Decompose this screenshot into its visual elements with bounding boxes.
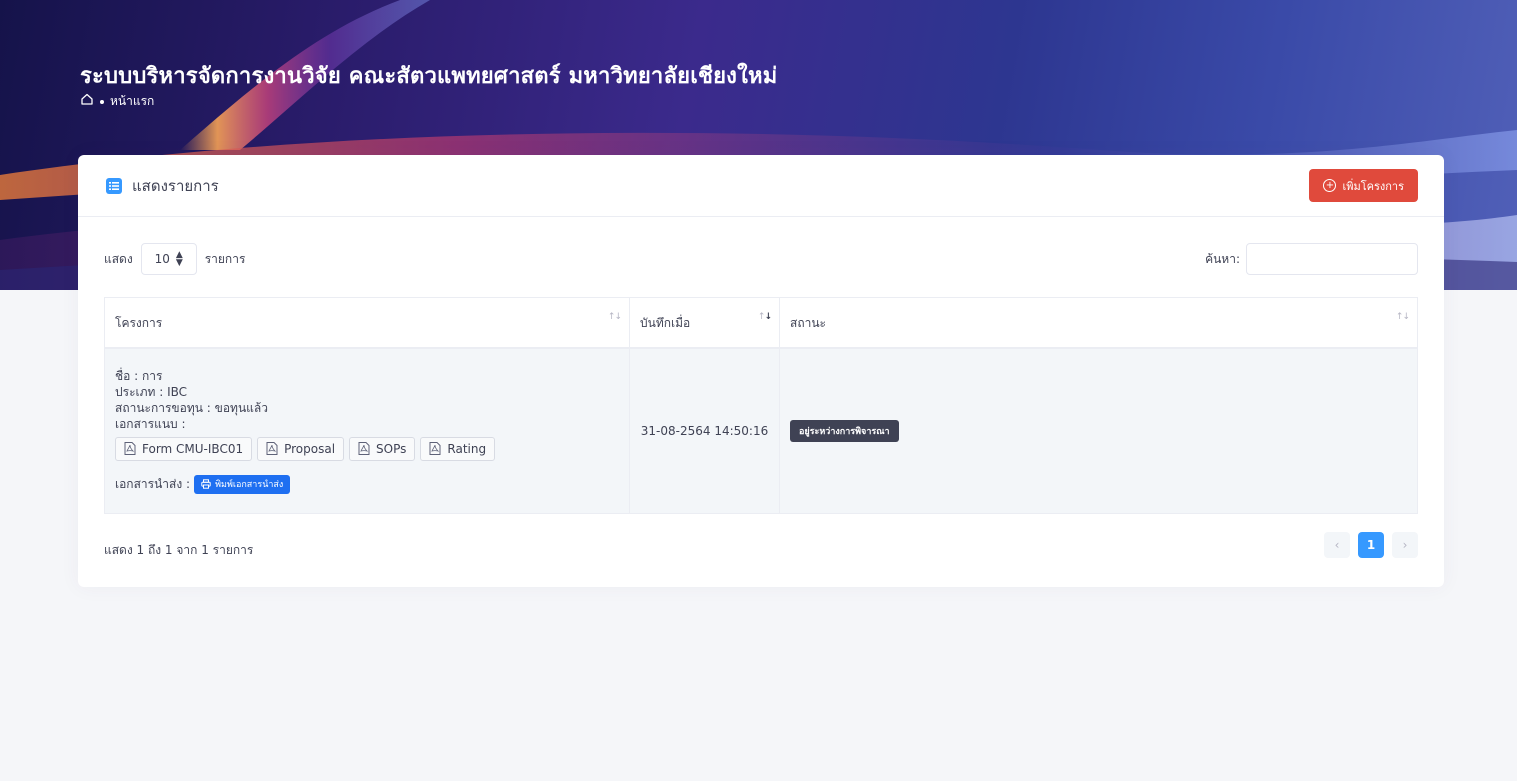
show-label: แสดง xyxy=(104,251,133,266)
entries-label: รายการ xyxy=(204,251,246,266)
page-length-value: 10 xyxy=(154,252,170,266)
add-project-button[interactable]: + เพิ่มโครงการ xyxy=(1309,169,1418,202)
project-name: ชื่อ : การ xyxy=(115,368,163,383)
pdf-file-icon xyxy=(266,442,278,456)
project-type: ประเภท : IBC xyxy=(115,384,188,399)
card-header: แสดงรายการ + เพิ่มโครงการ xyxy=(78,155,1444,217)
page-length-select[interactable]: 10 ▲ ▼ xyxy=(140,243,197,275)
attachments-label: เอกสารแนบ : xyxy=(115,416,186,431)
table-header-row: โครงการ ↑↓ บันทึกเมื่อ ↑↓ สถานะ ↑↓ xyxy=(104,297,1418,349)
page-title: ระบบบริหารจัดการงานวิจัย คณะสัตวแพทยศาสต… xyxy=(80,64,778,89)
page-length-control: แสดง 10 ▲ ▼ รายการ xyxy=(104,243,245,275)
table-info: แสดง 1 ถึง 1 จาก 1 รายการ xyxy=(104,543,254,557)
column-header-saved-at[interactable]: บันทึกเมื่อ ↑↓ xyxy=(629,297,780,349)
pdf-file-icon xyxy=(124,442,136,456)
project-table: โครงการ ↑↓ บันทึกเมื่อ ↑↓ สถานะ ↑↓ ชื่อ … xyxy=(104,297,1418,514)
send-document-row: เอกสารนำส่ง : พิมพ์เอกสารนำส่ง xyxy=(115,474,619,494)
column-header-status[interactable]: สถานะ ↑↓ xyxy=(779,297,1418,349)
breadcrumb-home-link[interactable]: หน้าแรก xyxy=(110,92,154,111)
project-list-card: แสดงรายการ + เพิ่มโครงการ แสดง 10 ▲ ▼ ราย… xyxy=(78,155,1444,587)
attachment-rating[interactable]: Rating xyxy=(420,436,496,461)
project-cell: ชื่อ : การ ประเภท : IBC สถานะการขอทุน : … xyxy=(104,347,630,514)
sort-icon: ↑↓ xyxy=(607,312,622,322)
project-funding-status: สถานะการขอทุน : ขอทุนแล้ว xyxy=(115,400,268,415)
next-page-button[interactable]: › xyxy=(1392,532,1418,558)
list-icon xyxy=(106,177,122,194)
previous-page-button[interactable]: ‹ xyxy=(1324,532,1350,558)
attachment-proposal[interactable]: Proposal xyxy=(257,436,345,461)
send-document-label: เอกสารนำส่ง : xyxy=(115,476,191,491)
attachments-list: Form CMU-IBC01 Proposal SOPs Rating xyxy=(115,436,619,461)
sort-updown-icon: ▲ ▼ xyxy=(175,250,183,268)
status-badge: อยู่ระหว่างการพิจารณา xyxy=(790,419,899,442)
printer-icon xyxy=(201,479,211,489)
add-project-label: เพิ่มโครงการ xyxy=(1342,179,1404,193)
sort-desc-icon: ↑↓ xyxy=(757,312,772,322)
table-controls: แสดง 10 ▲ ▼ รายการ ค้นหา: xyxy=(104,243,1418,275)
card-title: แสดงรายการ xyxy=(106,174,219,198)
breadcrumb-separator xyxy=(100,99,104,104)
search-label: ค้นหา: xyxy=(1205,251,1240,266)
breadcrumb: หน้าแรก xyxy=(80,92,154,111)
attachment-sops[interactable]: SOPs xyxy=(349,436,416,461)
column-header-project[interactable]: โครงการ ↑↓ xyxy=(104,297,630,349)
pagination: ‹ 1 › xyxy=(1324,532,1418,558)
search-control: ค้นหา: xyxy=(1205,243,1418,275)
table-row: ชื่อ : การ ประเภท : IBC สถานะการขอทุน : … xyxy=(104,347,1418,514)
page-1-button[interactable]: 1 xyxy=(1358,532,1384,558)
saved-at-cell: 31-08-2564 14:50:16 xyxy=(629,347,780,514)
print-send-document-button[interactable]: พิมพ์เอกสารนำส่ง xyxy=(194,474,291,494)
pdf-file-icon xyxy=(429,442,441,456)
status-cell: อยู่ระหว่างการพิจารณา xyxy=(779,347,1418,514)
pdf-file-icon xyxy=(358,442,370,456)
sort-icon: ↑↓ xyxy=(1395,312,1410,322)
card-title-text: แสดงรายการ xyxy=(132,176,219,195)
attachment-form-cmu-ibc01[interactable]: Form CMU-IBC01 xyxy=(115,436,253,461)
home-icon[interactable] xyxy=(80,93,94,109)
search-input[interactable] xyxy=(1246,243,1418,275)
plus-circle-icon: + xyxy=(1323,179,1337,192)
